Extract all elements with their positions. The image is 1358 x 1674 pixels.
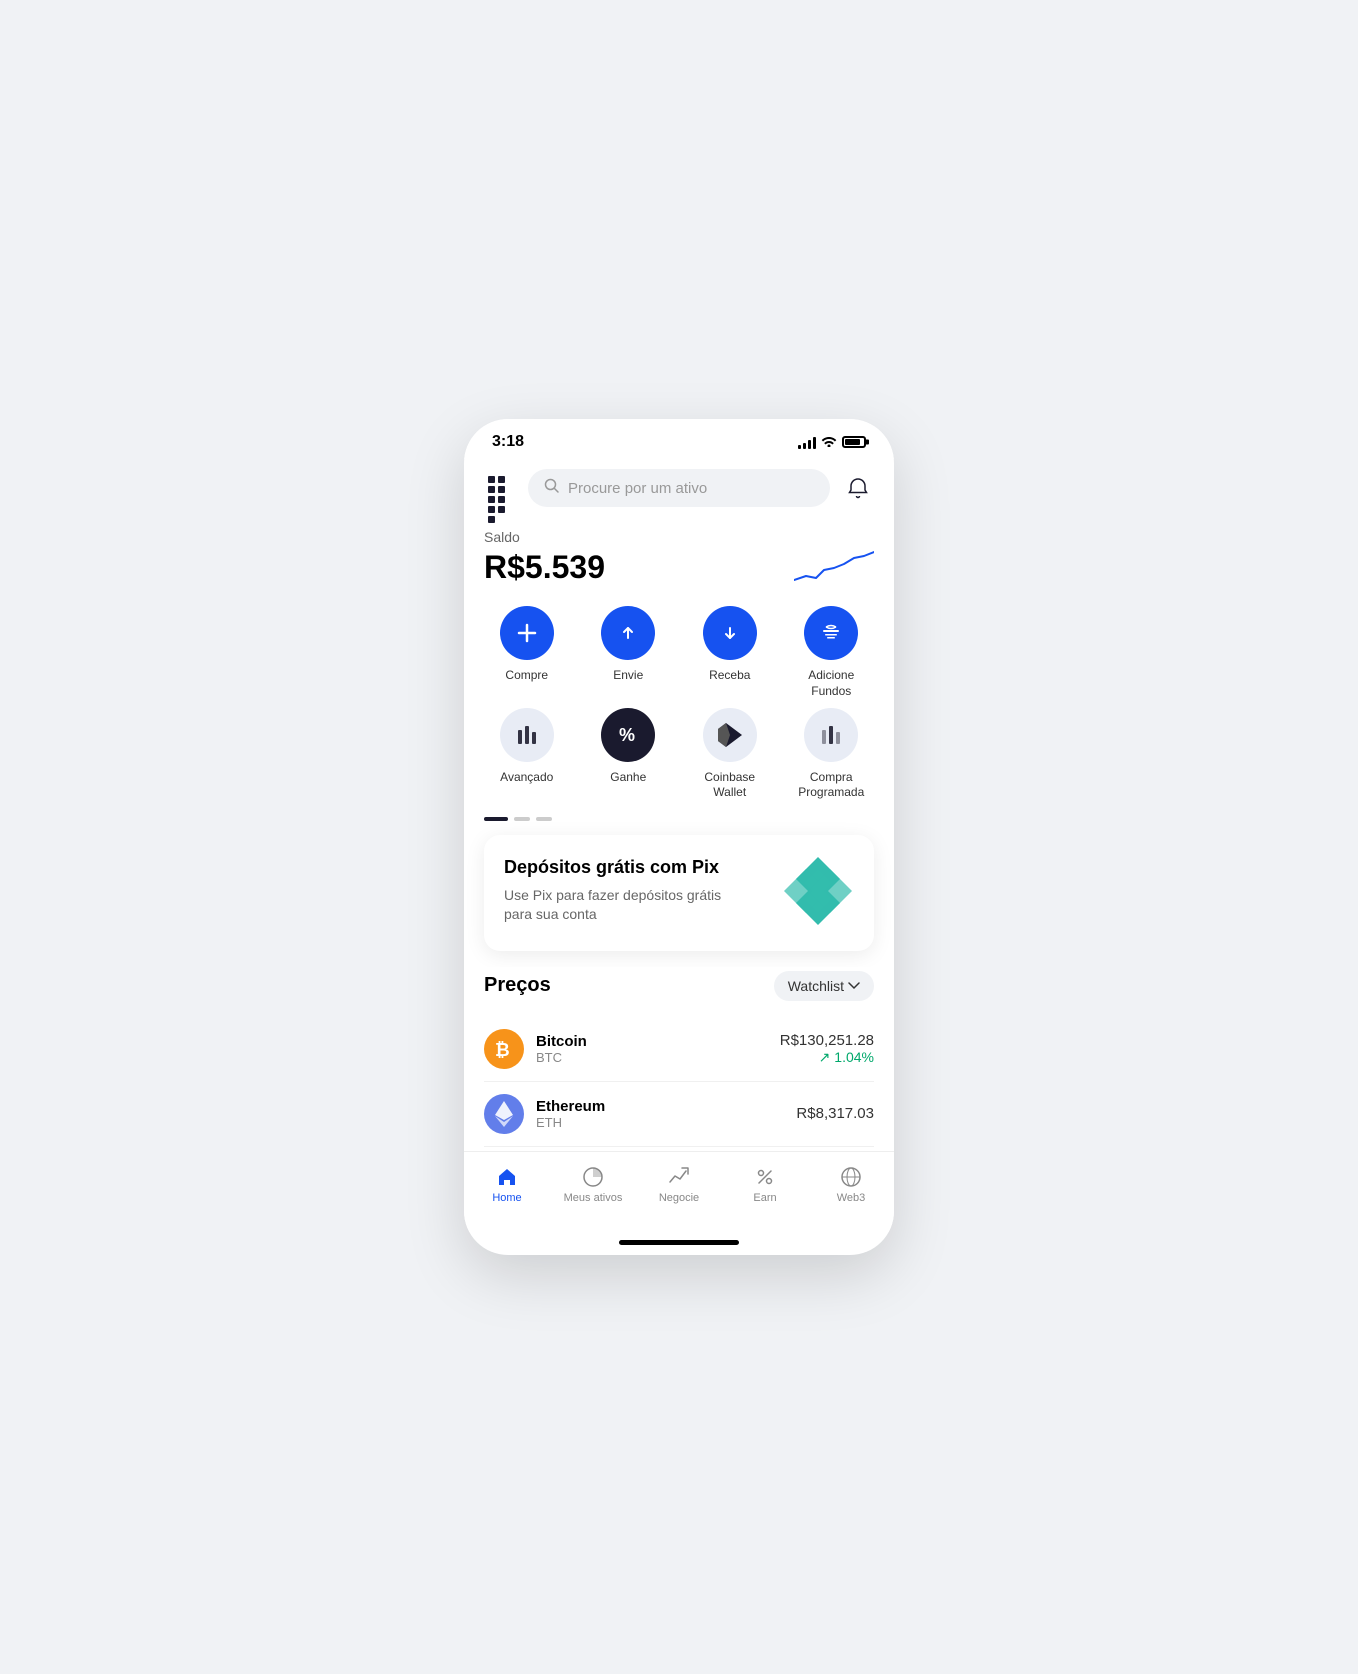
action-coinbase-wallet[interactable]: CoinbaseWallet — [683, 708, 777, 801]
apps-icon[interactable] — [484, 472, 516, 504]
balance-row: R$5.539 — [484, 549, 874, 586]
bitcoin-change: ↗ 1.04% — [780, 1049, 874, 1066]
nav-negocie-label: Negocie — [659, 1192, 699, 1204]
compra-programada-circle — [804, 708, 858, 762]
receba-circle — [703, 606, 757, 660]
bottom-nav: Home Meus ativos Negocie E — [464, 1151, 894, 1232]
prices-header: Preços Watchlist — [484, 971, 874, 1001]
bitcoin-symbol: BTC — [536, 1050, 768, 1065]
carousel-card-title: Depósitos grátis com Pix — [504, 857, 724, 878]
adicione-label: AdicioneFundos — [808, 668, 854, 699]
nav-web3[interactable]: Web3 — [808, 1162, 894, 1208]
carousel-section: Depósitos grátis com Pix Use Pix para fa… — [464, 817, 894, 951]
earn-percent-icon — [754, 1166, 776, 1188]
ethereum-price-col: R$8,317.03 — [796, 1105, 874, 1122]
ethereum-name: Ethereum — [536, 1098, 784, 1115]
carousel-card-description: Use Pix para fazer depósitos grátis para… — [504, 886, 724, 925]
carousel-card-text: Depósitos grátis com Pix Use Pix para fa… — [504, 857, 724, 925]
compre-label: Compre — [505, 668, 548, 684]
action-ganhe[interactable]: % Ganhe — [582, 708, 676, 801]
nav-meus-ativos[interactable]: Meus ativos — [550, 1162, 636, 1208]
avancado-label: Avançado — [500, 770, 553, 786]
search-placeholder-text: Procure por um ativo — [568, 480, 707, 497]
nav-home[interactable]: Home — [464, 1162, 550, 1208]
notification-bell-icon[interactable] — [842, 472, 874, 504]
wifi-icon — [821, 434, 837, 450]
ganhe-label: Ganhe — [610, 770, 646, 786]
action-envie[interactable]: Envie — [582, 606, 676, 699]
envie-circle — [601, 606, 655, 660]
action-compre[interactable]: Compre — [480, 606, 574, 699]
nav-earn-label: Earn — [753, 1192, 776, 1204]
adicione-circle — [804, 606, 858, 660]
top-nav: Procure por um ativo — [464, 459, 894, 521]
trade-icon — [668, 1166, 690, 1188]
prices-section: Preços Watchlist ₿ Bitcoin BTC R$130,251… — [464, 967, 894, 1151]
bitcoin-name: Bitcoin — [536, 1033, 768, 1050]
bitcoin-info: Bitcoin BTC — [536, 1033, 768, 1065]
nav-home-label: Home — [492, 1192, 521, 1204]
balance-amount: R$5.539 — [484, 549, 605, 586]
prices-title: Preços — [484, 974, 551, 997]
watchlist-button[interactable]: Watchlist — [774, 971, 874, 1001]
ethereum-logo-icon — [484, 1094, 524, 1134]
chevron-down-icon — [848, 982, 860, 990]
svg-text:₿: ₿ — [495, 1040, 510, 1060]
receba-label: Receba — [709, 668, 750, 684]
watchlist-label: Watchlist — [788, 978, 844, 994]
asset-row-eth[interactable]: Ethereum ETH R$8,317.03 — [484, 1082, 874, 1147]
carousel-dot-3[interactable] — [536, 817, 552, 821]
carousel-dot-1[interactable] — [484, 817, 508, 821]
actions-grid: Compre Envie Receba — [464, 602, 894, 816]
status-bar: 3:18 — [464, 419, 894, 459]
action-avancado[interactable]: Avançado — [480, 708, 574, 801]
nav-negocie[interactable]: Negocie — [636, 1162, 722, 1208]
balance-label: Saldo — [484, 529, 874, 545]
battery-icon — [842, 436, 866, 448]
search-bar[interactable]: Procure por um ativo — [528, 469, 830, 507]
nav-meus-ativos-label: Meus ativos — [564, 1192, 623, 1204]
coinbase-wallet-label: CoinbaseWallet — [704, 770, 755, 801]
balance-sparkline-chart — [794, 550, 874, 586]
search-icon — [544, 478, 560, 498]
carousel-dot-2[interactable] — [514, 817, 530, 821]
status-time: 3:18 — [492, 433, 524, 451]
phone-container: 3:18 — [464, 419, 894, 1254]
carousel-card[interactable]: Depósitos grátis com Pix Use Pix para fa… — [484, 835, 874, 951]
nav-earn[interactable]: Earn — [722, 1162, 808, 1208]
bitcoin-price-col: R$130,251.28 ↗ 1.04% — [780, 1032, 874, 1066]
svg-text:%: % — [619, 725, 635, 745]
ethereum-symbol: ETH — [536, 1115, 784, 1130]
ethereum-info: Ethereum ETH — [536, 1098, 784, 1130]
ethereum-price: R$8,317.03 — [796, 1105, 874, 1122]
pix-logo-icon — [782, 855, 854, 927]
bitcoin-price: R$130,251.28 — [780, 1032, 874, 1049]
compra-programada-label: CompraProgramada — [798, 770, 864, 801]
asset-row-btc[interactable]: ₿ Bitcoin BTC R$130,251.28 ↗ 1.04% — [484, 1017, 874, 1082]
home-icon — [496, 1166, 518, 1188]
action-compra-programada[interactable]: CompraProgramada — [785, 708, 879, 801]
pie-chart-icon — [582, 1166, 604, 1188]
status-icons — [798, 434, 866, 450]
coinbase-wallet-circle — [703, 708, 757, 762]
nav-web3-label: Web3 — [837, 1192, 866, 1204]
balance-section: Saldo R$5.539 — [464, 521, 894, 602]
bitcoin-logo-icon: ₿ — [484, 1029, 524, 1069]
action-adicione[interactable]: AdicioneFundos — [785, 606, 879, 699]
web3-globe-icon — [840, 1166, 862, 1188]
carousel-dots — [484, 817, 874, 821]
ganhe-circle: % — [601, 708, 655, 762]
signal-bars-icon — [798, 435, 816, 449]
action-receba[interactable]: Receba — [683, 606, 777, 699]
envie-label: Envie — [613, 668, 643, 684]
compre-circle — [500, 606, 554, 660]
avancado-circle — [500, 708, 554, 762]
home-indicator — [619, 1240, 739, 1245]
